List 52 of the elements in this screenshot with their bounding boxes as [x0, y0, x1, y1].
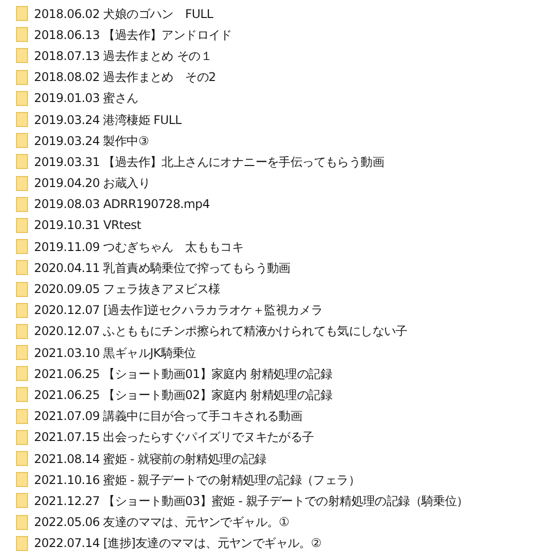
- folder-icon: [16, 493, 28, 508]
- folder-icon: [16, 345, 28, 360]
- folder-name[interactable]: 2019.03.24 製作中③: [34, 132, 149, 150]
- folder-icon: [16, 260, 28, 276]
- folder-icon: [16, 27, 28, 42]
- folder-name[interactable]: 2019.03.24 港湾棲姫 FULL: [34, 110, 182, 129]
- folder-name[interactable]: 2022.07.14 [進捗]友達のママは、元ヤンでギャル。②: [34, 534, 322, 552]
- folder-icon: [16, 451, 28, 466]
- folder-icon: [16, 218, 28, 233]
- folder-icon: [16, 154, 28, 170]
- folder-icon: [16, 133, 28, 148]
- folder-icon: [16, 90, 28, 106]
- folder-icon: [16, 408, 28, 424]
- folder-name[interactable]: 2021.10.16 蜜姫 - 親子デートでの射精処理の記録（フェラ）: [34, 470, 360, 489]
- folder-icon: [16, 239, 28, 254]
- folder-icon: [16, 514, 28, 530]
- folder-name[interactable]: 2022.05.06 友達のママは、元ヤンでギャル。①: [34, 513, 290, 532]
- folder-name[interactable]: 2019.01.03 蜜さん: [34, 89, 138, 108]
- folder-name[interactable]: 2018.08.02 過去作まとめ その2: [34, 68, 216, 86]
- folder-icon: [16, 48, 28, 64]
- folder-icon: [16, 70, 28, 85]
- folder-icon: [16, 282, 28, 297]
- folder-icon: [16, 430, 28, 445]
- folder-name[interactable]: 2020.12.07 [過去作]逆セクハラカラオケ＋監視カメラ: [34, 301, 323, 320]
- folder-icon: [16, 472, 28, 488]
- folder-name[interactable]: 2019.04.20 お蔵入り: [34, 174, 150, 192]
- folder-name[interactable]: 2021.12.27 【ショート動画03】蜜姫 - 親子デートでの射精処理の記録（騎乗位）: [34, 492, 468, 510]
- folder-name[interactable]: 2018.06.02 犬娘のゴハン FULL: [34, 4, 213, 23]
- folder-icon: [16, 176, 28, 191]
- folder-icon: [16, 112, 28, 128]
- folder-icon: [16, 387, 28, 402]
- folder-name[interactable]: 2021.06.25 【ショート動画01】家庭内 射精処理の記録: [34, 364, 332, 383]
- folder-name[interactable]: 2021.03.10 黒ギャルJK騎乗位: [34, 344, 196, 362]
- folder-name[interactable]: 2019.03.31 【過去作】北上さんにオナニーを手伝ってもらう動画: [34, 152, 384, 171]
- folder-icon: [16, 196, 28, 212]
- folder-icon: [16, 6, 28, 22]
- folder-icon: [16, 366, 28, 382]
- folder-name[interactable]: 2018.07.13 過去作まとめ その１: [34, 46, 212, 65]
- folder-name[interactable]: 2021.06.25 【ショート動画02】家庭内 射精処理の記録: [34, 386, 332, 404]
- folder-icon: [16, 324, 28, 339]
- folder-icon: [16, 302, 28, 318]
- folder-name[interactable]: 2021.07.09 講義中に目が合って手コキされる動画: [34, 407, 302, 426]
- folder-name[interactable]: 2020.04.11 乳首責め騎乗位で搾ってもらう動画: [34, 258, 290, 277]
- folder-icon: [16, 536, 28, 551]
- folder-name[interactable]: 2020.09.05 フェラ抜きアヌビス様: [34, 280, 220, 298]
- folder-name[interactable]: 2021.08.14 蜜姫 - 就寝前の射精処理の記録: [34, 450, 266, 468]
- folder-name[interactable]: 2019.11.09 つむぎちゃん 太ももコキ: [34, 238, 244, 256]
- folder-name[interactable]: 2019.08.03 ADRR190728.mp4: [34, 195, 210, 214]
- folder-name[interactable]: 2019.10.31 VRtest: [34, 216, 142, 234]
- folder-name[interactable]: 2018.06.13 【過去作】アンドロイド: [34, 26, 232, 44]
- folder-name[interactable]: 2020.12.07 ふとももにチンポ擦られて精液かけられても気にしない子: [34, 322, 408, 340]
- folder-name[interactable]: 2021.07.15 出会ったらすぐパイズリでヌキたがる子: [34, 428, 314, 446]
